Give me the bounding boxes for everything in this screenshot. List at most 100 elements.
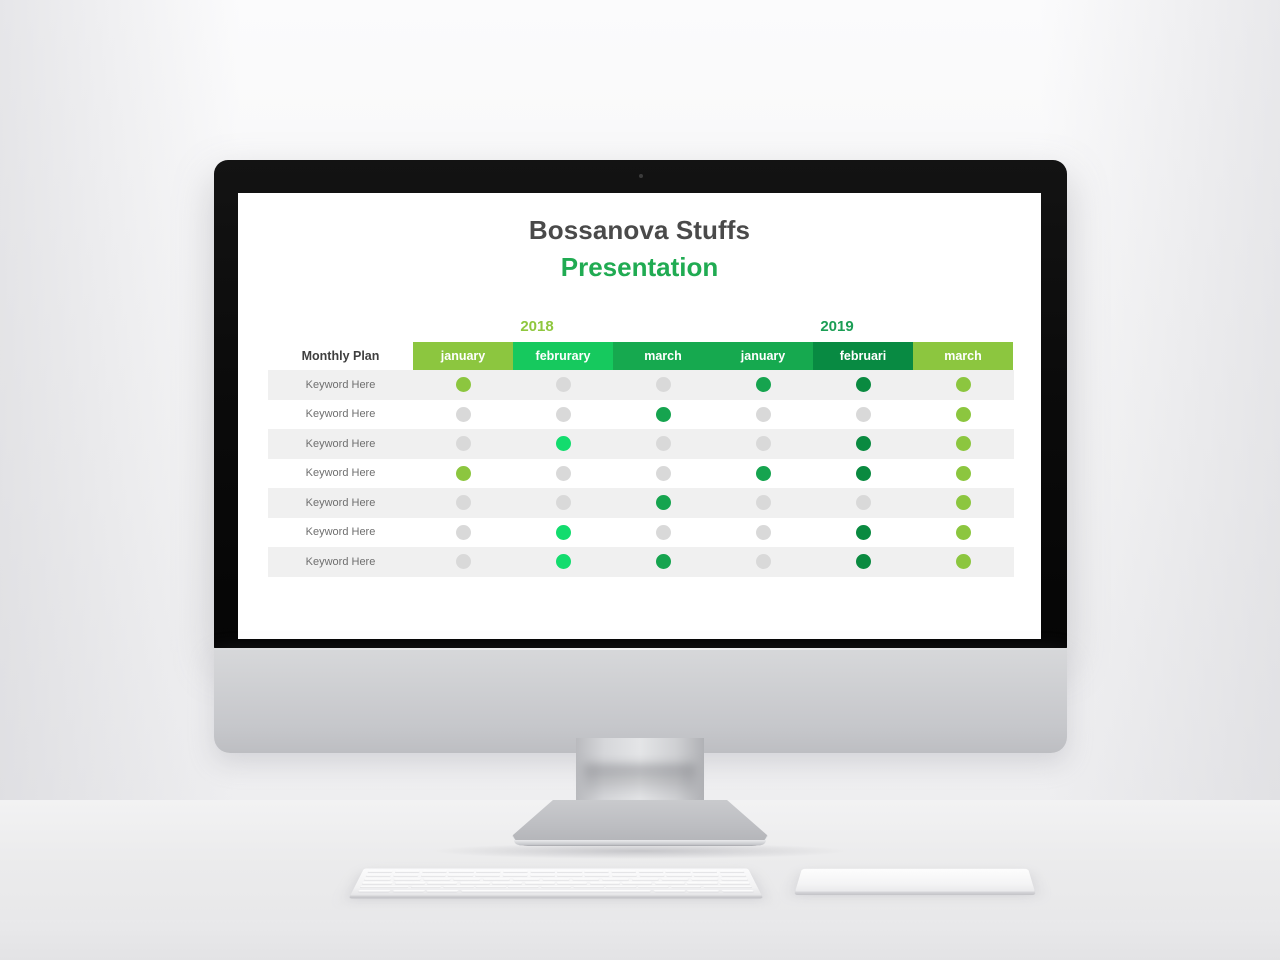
keyboard-key [448,870,474,873]
keyboard-row [359,885,753,889]
table-row[interactable]: Keyword Here [268,400,1014,430]
keyboard-key [426,881,458,885]
table-cell[interactable] [413,406,513,422]
status-dot-inactive [455,554,471,570]
table-cell[interactable] [613,524,713,540]
imac-monitor: Bossanova Stuffs Presentation 2018 2019 … [214,160,1067,753]
keyboard-front-edge [348,895,764,899]
keyboard-key [638,870,664,873]
table-cell[interactable] [813,524,913,540]
table-row[interactable]: Keyword Here [268,370,1014,400]
table-cell[interactable] [513,465,613,481]
table-cell[interactable] [713,377,813,393]
table-cell[interactable] [813,554,913,570]
table-cell[interactable] [513,436,613,452]
table-row[interactable]: Keyword Here [268,488,1014,518]
table-cell[interactable] [913,495,1013,511]
table-cell[interactable] [913,554,1013,570]
keyboard-key [426,889,459,893]
table-cell[interactable] [513,377,613,393]
status-dot-active [555,436,571,452]
table-cell[interactable] [713,495,813,511]
presentation-slide: Bossanova Stuffs Presentation 2018 2019 … [238,193,1041,639]
table-cell[interactable] [713,465,813,481]
table-cell[interactable] [713,406,813,422]
keyboard-key [529,874,555,877]
table-cell[interactable] [713,524,813,540]
keyboard-key [492,881,523,885]
status-dot-active [655,495,671,511]
table-row[interactable]: Keyword Here [268,547,1014,577]
table-cell[interactable] [513,554,613,570]
table-cell[interactable] [913,406,1013,422]
table-cell[interactable] [613,495,713,511]
keyboard-key [524,881,555,885]
column-header-februrary-2018[interactable]: februrary [513,342,613,370]
keyboard-key [653,889,686,893]
table-cell[interactable] [813,406,913,422]
column-header-january-2019[interactable]: january [713,342,813,370]
status-dot-active [955,495,971,511]
status-dot-inactive [755,436,771,452]
table-cell[interactable] [413,436,513,452]
keyboard-key [605,885,637,889]
keyboard-key [584,870,610,873]
column-header-march-2019[interactable]: march [913,342,1013,370]
status-dot-active [855,465,871,481]
keyboard-key [359,885,409,889]
desk-front-edge [0,920,1280,960]
status-dot-active [855,436,871,452]
monitor-bezel: Bossanova Stuffs Presentation 2018 2019 … [214,160,1067,650]
table-cell[interactable] [913,436,1013,452]
table-cell[interactable] [613,465,713,481]
table-cell[interactable] [413,524,513,540]
keyboard-key [540,885,572,889]
table-cell[interactable] [913,377,1013,393]
table-cell[interactable] [813,465,913,481]
row-label: Keyword Here [305,555,376,568]
table-cell[interactable] [813,377,913,393]
table-cell[interactable] [713,436,813,452]
column-header-februari-2019[interactable]: februari [813,342,913,370]
table-cell[interactable] [413,554,513,570]
keyboard-row [357,889,755,893]
column-header-march-2018[interactable]: march [613,342,713,370]
table-cell[interactable] [613,436,713,452]
row-label: Keyword Here [305,378,376,391]
column-header-january-2018[interactable]: january [413,342,513,370]
table-cell[interactable] [613,554,713,570]
keyboard-key [482,878,511,881]
keyboard-key [357,889,391,893]
table-row[interactable]: Keyword Here [268,429,1014,459]
monthly-plan-table: 2018 2019 Monthly Plan january februrary… [268,318,1014,577]
table-cell[interactable] [413,495,513,511]
table-row[interactable]: Keyword Here [268,459,1014,489]
table-cell[interactable] [813,436,913,452]
status-dot-active [855,554,871,570]
table-cell[interactable] [613,406,713,422]
table-cell[interactable] [513,406,613,422]
keyboard-key [693,874,720,877]
magic-keyboard[interactable] [348,868,764,899]
table-row[interactable]: Keyword Here [268,518,1014,548]
status-dot-active [955,436,971,452]
table-cell[interactable] [613,377,713,393]
table-cell[interactable] [413,377,513,393]
table-cell[interactable] [913,465,1013,481]
table-cell[interactable] [413,465,513,481]
keyboard-key [654,881,686,885]
keyboard-key [361,881,393,885]
magic-trackpad[interactable] [794,868,1036,896]
row-label: Keyword Here [305,526,376,539]
table-cell[interactable] [813,495,913,511]
table-cell[interactable] [913,524,1013,540]
status-dot-active [955,406,971,422]
monitor-drop-shadow [430,843,850,859]
table-cell[interactable] [713,554,813,570]
keyboard-key [367,870,394,873]
table-cell[interactable] [513,495,613,511]
status-dot-inactive [455,524,471,540]
keyboard-key [392,874,419,877]
table-cell[interactable] [513,524,613,540]
slide-titles: Bossanova Stuffs Presentation [238,193,1041,283]
